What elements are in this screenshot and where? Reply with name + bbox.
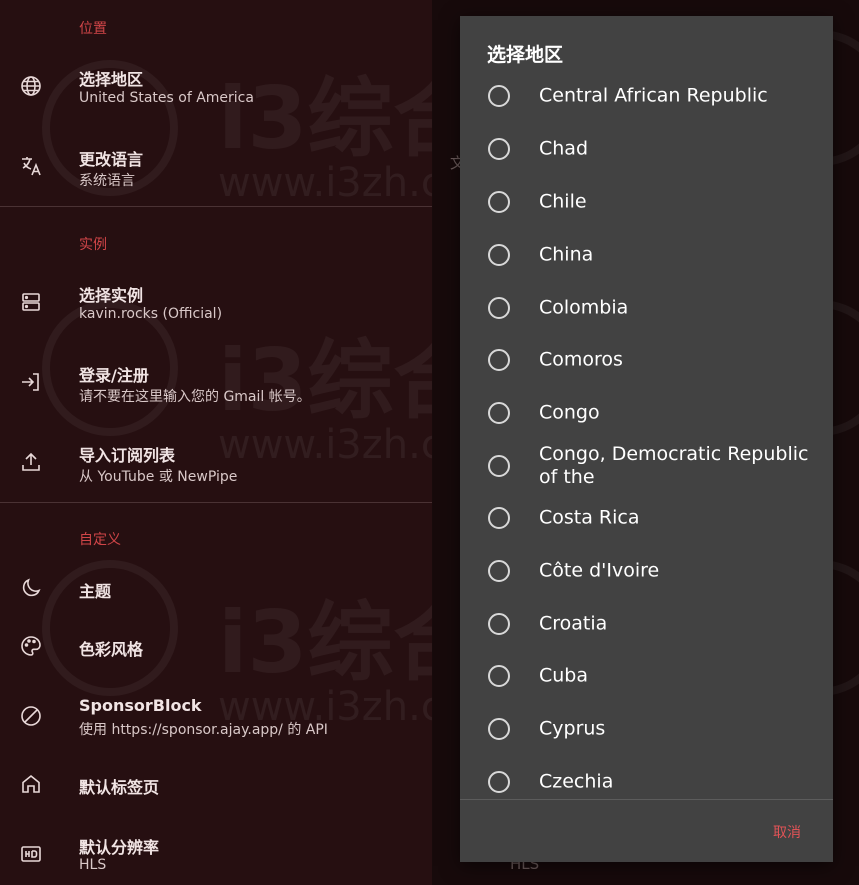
- region-option-label: China: [539, 243, 594, 266]
- setting-default-resolution[interactable]: 默认分辨率 HLS: [0, 824, 432, 884]
- region-option-label: Colombia: [539, 296, 629, 319]
- region-option[interactable]: Comoros: [460, 334, 833, 386]
- setting-color-style-title: 色彩风格: [79, 640, 144, 659]
- region-option[interactable]: Congo, Democratic Republic of the: [460, 440, 833, 492]
- setting-instance-title: 选择实例: [79, 286, 144, 305]
- radio-button-icon[interactable]: [488, 85, 510, 107]
- region-option-label: Czechia: [539, 770, 614, 793]
- region-option-label: Côte d'Ivoire: [539, 559, 660, 582]
- region-option-label: Chad: [539, 137, 589, 160]
- setting-instance-summary: kavin.rocks (Official): [79, 306, 223, 322]
- setting-default-resolution-summary: HLS: [79, 857, 107, 873]
- translate-icon: [18, 153, 44, 179]
- region-option[interactable]: Cyprus: [460, 703, 833, 755]
- palette-icon: [18, 633, 44, 659]
- moon-icon: [18, 575, 44, 601]
- section-header-instance: 实例: [79, 237, 107, 253]
- radio-button-icon[interactable]: [488, 771, 510, 793]
- hd-icon: [18, 841, 44, 867]
- region-option[interactable]: Côte d'Ivoire: [460, 545, 833, 597]
- section-header-customization: 自定义: [79, 532, 121, 548]
- radio-button-icon[interactable]: [488, 138, 510, 160]
- globe-icon: [18, 73, 44, 99]
- radio-button-icon[interactable]: [488, 560, 510, 582]
- radio-button-icon[interactable]: [488, 455, 510, 477]
- region-option-label: Comoros: [539, 348, 623, 371]
- region-option-list[interactable]: Central African Republic Chad Chile Chin…: [460, 70, 833, 799]
- setting-import-title: 导入订阅列表: [79, 446, 176, 465]
- region-option[interactable]: Chile: [460, 176, 833, 228]
- setting-theme[interactable]: 主题: [0, 558, 432, 618]
- cancel-button[interactable]: 取消: [773, 822, 801, 842]
- home-icon: [18, 771, 44, 797]
- upload-icon: [18, 449, 44, 475]
- radio-button-icon[interactable]: [488, 718, 510, 740]
- setting-login[interactable]: 登录/注册 请不要在这里输入您的 Gmail 帐号。: [0, 352, 432, 412]
- setting-sponsorblock-summary: 使用 https://sponsor.ajay.app/ 的 API: [79, 722, 328, 738]
- setting-theme-title: 主题: [79, 582, 112, 601]
- setting-import-summary: 从 YouTube 或 NewPipe: [79, 469, 238, 485]
- setting-region[interactable]: 选择地区 United States of America: [0, 56, 432, 116]
- setting-region-title: 选择地区: [79, 70, 144, 89]
- setting-login-summary: 请不要在这里输入您的 Gmail 帐号。: [79, 389, 311, 405]
- region-option-label: Cuba: [539, 664, 589, 687]
- setting-language-summary: 系统语言: [79, 173, 135, 189]
- radio-button-icon[interactable]: [488, 349, 510, 371]
- radio-button-icon[interactable]: [488, 613, 510, 635]
- region-option[interactable]: China: [460, 229, 833, 281]
- region-select-dialog: 选择地区 Central African Republic Chad Chile…: [460, 16, 833, 862]
- radio-button-icon[interactable]: [488, 191, 510, 213]
- setting-language-title: 更改语言: [79, 150, 144, 169]
- setting-language[interactable]: 更改语言 系统语言: [0, 136, 432, 196]
- section-header-location: 位置: [79, 21, 107, 37]
- region-option[interactable]: Congo: [460, 387, 833, 439]
- region-option[interactable]: Czechia: [460, 756, 833, 799]
- region-option[interactable]: Cuba: [460, 650, 833, 702]
- radio-button-icon[interactable]: [488, 507, 510, 529]
- setting-import-subscriptions[interactable]: 导入订阅列表 从 YouTube 或 NewPipe: [0, 432, 432, 492]
- radio-button-icon[interactable]: [488, 244, 510, 266]
- region-option-label: Costa Rica: [539, 506, 640, 529]
- setting-default-tab-title: 默认标签页: [79, 778, 160, 797]
- region-option-label: Congo: [539, 401, 600, 424]
- region-option-label: Croatia: [539, 612, 608, 635]
- setting-instance[interactable]: 选择实例 kavin.rocks (Official): [0, 272, 432, 332]
- setting-region-summary: United States of America: [79, 90, 254, 106]
- region-option[interactable]: Colombia: [460, 282, 833, 334]
- setting-default-tab[interactable]: 默认标签页: [0, 754, 432, 814]
- region-option[interactable]: Chad: [460, 123, 833, 175]
- block-icon: [18, 703, 44, 729]
- radio-button-icon[interactable]: [488, 402, 510, 424]
- setting-color-style[interactable]: 色彩风格: [0, 616, 432, 676]
- setting-sponsorblock[interactable]: SponsorBlock 使用 https://sponsor.ajay.app…: [0, 686, 432, 746]
- login-icon: [18, 369, 44, 395]
- region-option-label: Cyprus: [539, 717, 606, 740]
- region-option[interactable]: Croatia: [460, 598, 833, 650]
- radio-button-icon[interactable]: [488, 665, 510, 687]
- region-option[interactable]: Central African Republic: [460, 70, 833, 122]
- dialog-title: 选择地区: [487, 44, 564, 66]
- section-divider: [0, 502, 432, 503]
- region-option-label: Chile: [539, 190, 587, 213]
- setting-sponsorblock-title: SponsorBlock: [79, 696, 202, 715]
- region-option-label: Congo, Democratic Republic of the: [539, 443, 809, 488]
- region-option[interactable]: Costa Rica: [460, 492, 833, 544]
- setting-login-title: 登录/注册: [79, 366, 149, 385]
- server-icon: [18, 289, 44, 315]
- section-divider: [0, 206, 432, 207]
- settings-pane: 位置 选择地区 United States of America 更改语言 系统…: [0, 0, 432, 885]
- radio-button-icon[interactable]: [488, 297, 510, 319]
- dialog-divider: [460, 799, 833, 800]
- region-option-label: Central African Republic: [539, 84, 768, 107]
- setting-default-resolution-title: 默认分辨率: [79, 838, 160, 857]
